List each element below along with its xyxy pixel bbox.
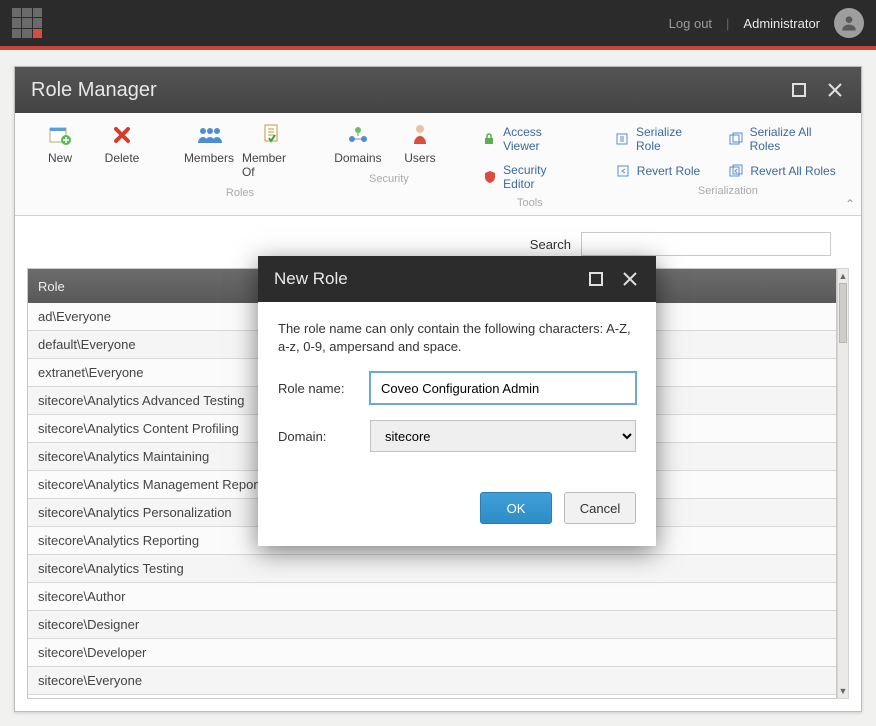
domain-select[interactable]: sitecore (370, 420, 636, 452)
rolename-label: Role name: (278, 381, 356, 396)
dialog-title: New Role (274, 269, 348, 289)
cancel-button[interactable]: Cancel (564, 492, 636, 524)
domain-label: Domain: (278, 429, 356, 444)
new-role-dialog: New Role The role name can only contain … (258, 256, 656, 546)
rolename-input[interactable] (370, 372, 636, 404)
dialog-helptext: The role name can only contain the follo… (278, 320, 636, 356)
dialog-maximize-icon[interactable] (586, 269, 606, 289)
dialog-close-icon[interactable] (620, 269, 640, 289)
dialog-header: New Role (258, 256, 656, 302)
ok-button[interactable]: OK (480, 492, 552, 524)
